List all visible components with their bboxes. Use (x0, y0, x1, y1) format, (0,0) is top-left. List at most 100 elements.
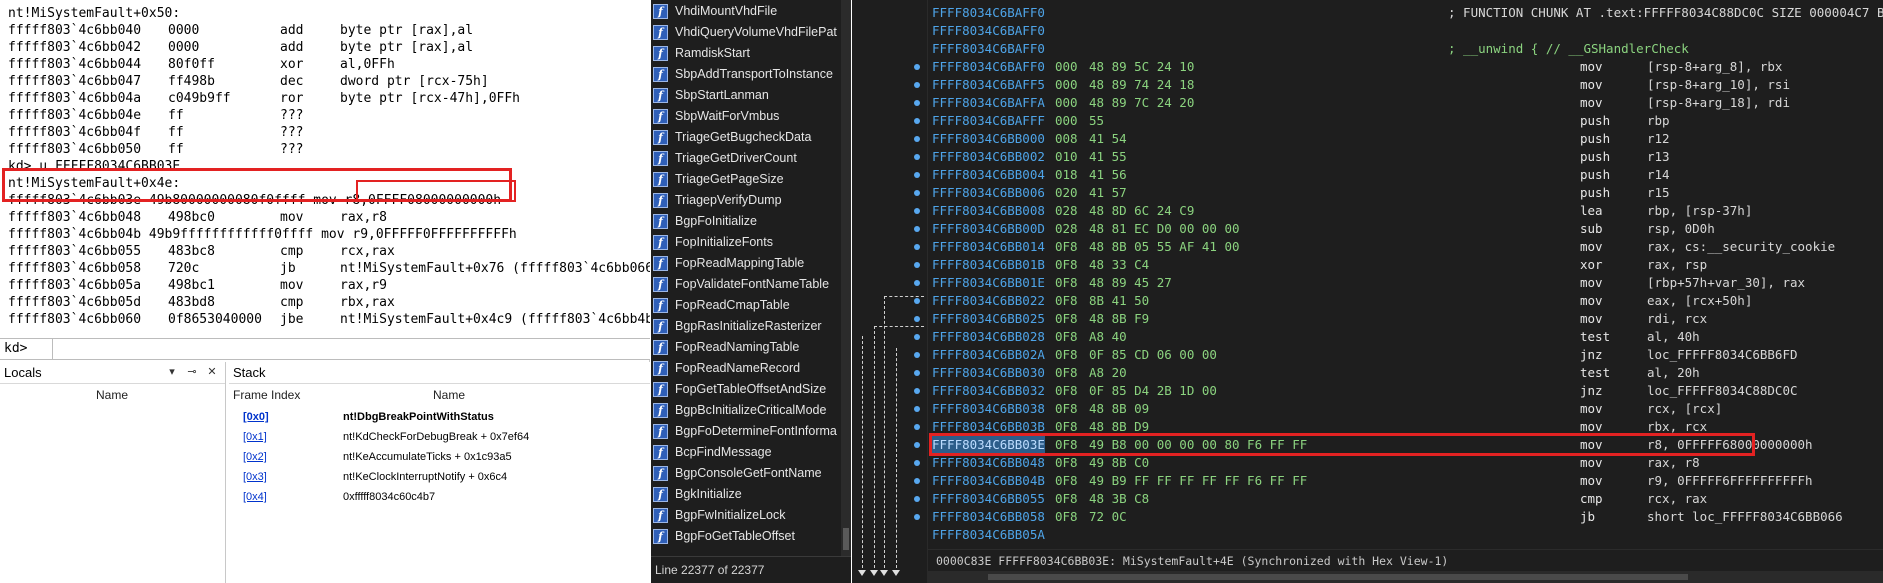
function-list-item[interactable]: f FopValidateFontNameTable (651, 274, 841, 295)
function-list-item[interactable]: f TriageGetPageSize (651, 169, 841, 190)
function-list-item[interactable]: f SbpWaitForVmbus (651, 106, 841, 127)
function-list-status: Line 22377 of 22377 (651, 556, 851, 583)
disasm-mnemonic: xor (280, 57, 304, 72)
stack-index-header[interactable]: Frame Index (233, 386, 300, 404)
function-icon: f (653, 487, 668, 502)
ida-line[interactable]: FFFF8034C6BB055 0F8 48 3B C8 cmp rcx, rax (932, 490, 1877, 508)
instruction-dot-icon (914, 370, 920, 376)
ida-line[interactable]: FFFF8034C6BB01B 0F8 48 33 C4 xor rax, rsp (932, 256, 1877, 274)
ida-line[interactable]: FFFF8034C6BAFF0 ; FUNCTION CHUNK AT .text… (932, 4, 1883, 22)
ida-line[interactable]: FFFF8034C6BB008 028 48 8D 6C 24 C9 lea rbp, … (932, 202, 1877, 220)
instruction-dot-icon (914, 154, 920, 160)
function-list-item[interactable]: f BcpFindMessage (651, 442, 841, 463)
disasm-bytes: 0000 (168, 40, 200, 55)
function-list-item[interactable]: f TriagepVerifyDump (651, 190, 841, 211)
function-list-item[interactable]: f BgkInitialize (651, 484, 841, 505)
function-list-item[interactable]: f VhdiQueryVolumeVhdFilePat (651, 22, 841, 43)
stack-frame-index-link[interactable]: [0x4] (243, 486, 267, 509)
ida-mnemonic: mov (1580, 419, 1603, 434)
function-icon: f (653, 193, 668, 208)
ida-stack-pointer: 018 (1055, 167, 1078, 182)
ida-line[interactable]: FFFF8034C6BAFFA 000 48 89 7C 24 20 mov [rsp-… (932, 94, 1877, 112)
function-list-item[interactable]: f BgpBcInitializeCriticalMode (651, 400, 841, 421)
ida-line[interactable]: FFFF8034C6BB048 0F8 49 8B C0 mov rax, r8 (932, 454, 1877, 472)
disasm-text: nt!MiSystemFault+0x50: (8, 6, 181, 21)
function-list-scrollbar[interactable] (841, 0, 851, 556)
function-list-item[interactable]: f FopReadNameRecord (651, 358, 841, 379)
ida-line[interactable]: FFFF8034C6BB004 018 41 56 push r14 (932, 166, 1877, 184)
function-list-item[interactable]: f BgpRasInitializeRasterizer (651, 316, 841, 337)
ida-line[interactable]: FFFF8034C6BAFF0 (932, 22, 1877, 40)
ida-operands: r13 (1647, 149, 1670, 164)
ida-line[interactable]: FFFF8034C6BB058 0F8 72 0C jb short loc_FFFFF… (932, 508, 1877, 526)
close-icon[interactable]: ✕ (205, 365, 219, 379)
ida-stack-pointer: 0F8 (1055, 239, 1078, 254)
function-list-scroll-thumb[interactable] (843, 528, 849, 550)
chevron-down-icon[interactable]: ▾ (165, 365, 179, 379)
ida-line[interactable]: FFFF8034C6BB038 0F8 48 8B 09 mov rcx, [rcx] (932, 400, 1877, 418)
ida-mnemonic: mov (1580, 293, 1603, 308)
ida-line[interactable]: FFFF8034C6BB032 0F8 0F 85 D4 2B 1D 00 jnz lo… (932, 382, 1877, 400)
ida-address: FFFF8034C6BB002 (932, 149, 1045, 164)
ida-line[interactable]: FFFF8034C6BB03E 0F8 49 B8 00 00 00 00 80 F… (932, 436, 1877, 454)
function-list-item[interactable]: f RamdiskStart (651, 43, 841, 64)
ida-stack-pointer: 0F8 (1055, 401, 1078, 416)
function-list-item[interactable]: f VhdiMountVhdFile (651, 1, 841, 22)
function-list-item[interactable]: f BgpFwInitializeLock (651, 505, 841, 526)
ida-opcode-bytes: 48 89 74 24 18 (1089, 77, 1195, 92)
stack-header: Stack (229, 362, 650, 384)
function-list-item[interactable]: f BgpFoInitialize (651, 211, 841, 232)
command-input[interactable] (52, 339, 648, 359)
function-list-item[interactable]: f FopReadCmapTable (651, 295, 841, 316)
ida-line[interactable]: FFFF8034C6BAFF0 000 48 89 5C 24 10 mov [rsp-… (932, 58, 1877, 76)
instruction-dot-icon (914, 190, 920, 196)
ida-line[interactable]: FFFF8034C6BB03B 0F8 48 8B D9 mov rbx, rcx (932, 418, 1877, 436)
ida-line[interactable]: FFFF8034C6BB01E 0F8 48 89 45 27 mov [rbp+57h… (932, 274, 1877, 292)
locals-name-header[interactable]: Name (96, 386, 128, 404)
jump-arrow-line (862, 336, 863, 568)
ida-line[interactable]: FFFF8034C6BB006 020 41 57 push r15 (932, 184, 1877, 202)
ida-line[interactable]: FFFF8034C6BB000 008 41 54 push r12 (932, 130, 1877, 148)
function-list-item[interactable]: f TriageGetDriverCount (651, 148, 841, 169)
ida-stack-pointer: 000 (1055, 77, 1078, 92)
stack-frame-row[interactable]: [0x4] 0xfffff8034c60c4b7 (229, 486, 650, 509)
ida-line[interactable]: FFFF8034C6BAFF5 000 48 89 74 24 18 mov [rsp-… (932, 76, 1877, 94)
ida-line[interactable]: FFFF8034C6BB014 0F8 48 8B 05 55 AF 41 00 mo… (932, 238, 1877, 256)
ida-address: FFFF8034C6BB04B (932, 473, 1045, 488)
jump-arrow-line (874, 326, 875, 568)
function-list-item[interactable]: f FopInitializeFonts (651, 232, 841, 253)
function-list-item[interactable]: f BgpConsoleGetFontName (651, 463, 841, 484)
stack-name-header[interactable]: Name (433, 386, 465, 404)
ida-line[interactable]: FFFF8034C6BB04B 0F8 49 B9 FF FF FF FF FF F… (932, 472, 1877, 490)
function-list-item[interactable]: f FopGetTableOffsetAndSize (651, 379, 841, 400)
ida-line[interactable]: FFFF8034C6BB02A 0F8 0F 85 CD 06 00 00 jnz lo… (932, 346, 1877, 364)
function-name: FopReadMappingTable (675, 256, 805, 270)
function-list-item[interactable]: f SbpStartLanman (651, 85, 841, 106)
ida-line[interactable]: FFFF8034C6BAFF0 ; __unwind { // __GSHandl… (932, 40, 1877, 58)
function-icon: f (653, 424, 668, 439)
ida-line[interactable]: FFFF8034C6BB028 0F8 A8 40 test al, 40h (932, 328, 1877, 346)
ida-line[interactable]: FFFF8034C6BB002 010 41 55 push r13 (932, 148, 1877, 166)
ida-line[interactable]: FFFF8034C6BB05A (932, 526, 1877, 544)
ida-stack-pointer: 000 (1055, 59, 1078, 74)
function-list-item[interactable]: f BgpFoDetermineFontInforma (651, 421, 841, 442)
ida-line[interactable]: FFFF8034C6BB00D 028 48 81 EC D0 00 00 00 su… (932, 220, 1877, 238)
pin-icon[interactable]: ⊸ (185, 365, 199, 379)
function-list-item[interactable]: f SbpAddTransportToInstance (651, 64, 841, 85)
ida-stack-pointer: 000 (1055, 113, 1078, 128)
ida-horizontal-scrollbar[interactable] (928, 571, 1883, 583)
ida-line[interactable]: FFFF8034C6BAFFF 000 55 push rbp (932, 112, 1877, 130)
ida-operands: rcx, [rcx] (1647, 401, 1723, 416)
function-list-item[interactable]: f FopReadMappingTable (651, 253, 841, 274)
ida-operands: rdi, rcx (1647, 311, 1708, 326)
ida-line[interactable]: FFFF8034C6BB022 0F8 8B 41 50 mov eax, [rcx+5… (932, 292, 1877, 310)
function-list-item[interactable]: f BgpFoGetTableOffset (651, 526, 841, 547)
function-name: FopGetTableOffsetAndSize (675, 382, 827, 396)
function-list-item[interactable]: f TriageGetBugcheckData (651, 127, 841, 148)
ida-line[interactable]: FFFF8034C6BB030 0F8 A8 20 test al, 20h (932, 364, 1877, 382)
ida-stack-pointer: 0F8 (1055, 293, 1078, 308)
function-list-item[interactable]: f FopReadNamingTable (651, 337, 841, 358)
ida-line[interactable]: FFFF8034C6BB025 0F8 48 8B F9 mov rdi, rcx (932, 310, 1877, 328)
ida-mnemonic: mov (1580, 437, 1603, 452)
ida-scroll-thumb[interactable] (988, 574, 1688, 580)
